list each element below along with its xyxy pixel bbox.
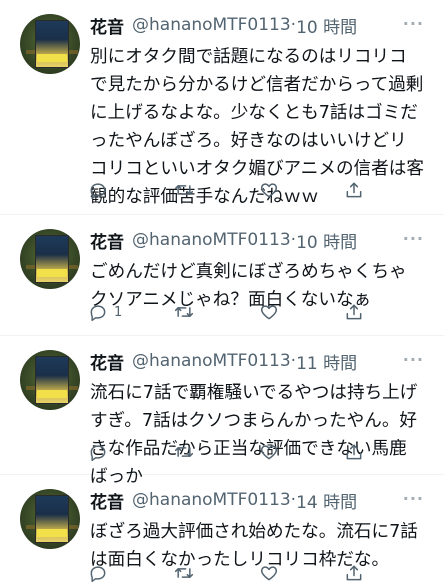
avatar[interactable]	[20, 14, 80, 74]
retweet-icon	[174, 447, 194, 457]
avatar[interactable]	[20, 489, 80, 549]
like-icon	[260, 445, 278, 460]
tweet-actions	[0, 561, 444, 585]
reply-count: 1	[114, 304, 123, 320]
display-name[interactable]: 花音	[90, 349, 124, 374]
user-handle[interactable]: @hananoMTF0113	[132, 230, 291, 250]
share-icon	[346, 304, 362, 320]
retweet-button[interactable]	[174, 561, 194, 585]
like-button[interactable]	[259, 440, 279, 464]
like-icon	[260, 566, 278, 581]
user-handle[interactable]: @hananoMTF0113	[132, 351, 291, 371]
reply-button[interactable]	[88, 178, 114, 202]
tweet[interactable]: 花音 @hananoMTF0113 · 10 時間 ··· ごめんだけど真剣にぼ…	[0, 215, 444, 336]
avatar[interactable]	[20, 229, 80, 289]
tweet[interactable]: 花音 @hananoMTF0113 · 11 時間 ··· 流石に7話で覇権騒い…	[0, 336, 444, 487]
timestamp[interactable]: 10 時間	[296, 228, 357, 253]
share-icon	[346, 565, 362, 581]
timestamp[interactable]: 14 時間	[296, 488, 357, 513]
share-button[interactable]	[344, 178, 364, 202]
like-button[interactable]	[259, 561, 279, 585]
reply-button[interactable]	[88, 561, 114, 585]
reply-icon	[90, 183, 106, 200]
reply-icon	[90, 305, 106, 322]
reply-icon	[90, 566, 106, 583]
retweet-icon	[174, 185, 194, 195]
retweet-button[interactable]	[174, 300, 194, 324]
more-icon[interactable]: ···	[403, 14, 424, 33]
tweet-actions: 1	[0, 300, 444, 324]
share-button[interactable]	[344, 561, 364, 585]
tweet-actions	[0, 178, 444, 202]
retweet-icon	[174, 307, 194, 317]
tweet-header: 花音 @hananoMTF0113 · 11 時間	[90, 349, 357, 374]
share-button[interactable]	[344, 440, 364, 464]
tweet-header: 花音 @hananoMTF0113 · 10 時間	[90, 228, 357, 253]
user-handle[interactable]: @hananoMTF0113	[132, 15, 291, 35]
tweet[interactable]: 花音 @hananoMTF0113 · 14 時間 ··· ぼざろ過大評価され始…	[0, 475, 444, 583]
share-icon	[346, 182, 362, 198]
display-name[interactable]: 花音	[90, 228, 124, 253]
tweet-actions	[0, 440, 444, 464]
reply-icon	[90, 445, 106, 462]
more-icon[interactable]: ···	[403, 229, 424, 248]
retweet-button[interactable]	[174, 440, 194, 464]
more-icon[interactable]: ···	[403, 489, 424, 508]
retweet-button[interactable]	[174, 178, 194, 202]
like-icon	[260, 305, 278, 320]
tweet[interactable]: 花音 @hananoMTF0113 · 10 時間 ··· 別にオタク間で話題に…	[0, 0, 444, 215]
reply-button[interactable]	[88, 440, 114, 464]
display-name[interactable]: 花音	[90, 13, 124, 38]
user-handle[interactable]: @hananoMTF0113	[132, 490, 291, 510]
timestamp[interactable]: 10 時間	[296, 13, 357, 38]
like-icon	[260, 183, 278, 198]
like-button[interactable]	[259, 300, 279, 324]
retweet-icon	[174, 568, 194, 578]
tweet-header: 花音 @hananoMTF0113 · 10 時間	[90, 13, 357, 38]
tweet-header: 花音 @hananoMTF0113 · 14 時間	[90, 488, 357, 513]
more-icon[interactable]: ···	[403, 350, 424, 369]
share-button[interactable]	[344, 300, 364, 324]
display-name[interactable]: 花音	[90, 488, 124, 513]
reply-button[interactable]: 1	[88, 300, 122, 324]
avatar[interactable]	[20, 350, 80, 410]
timestamp[interactable]: 11 時間	[296, 349, 357, 374]
like-button[interactable]	[259, 178, 279, 202]
share-icon	[346, 444, 362, 460]
